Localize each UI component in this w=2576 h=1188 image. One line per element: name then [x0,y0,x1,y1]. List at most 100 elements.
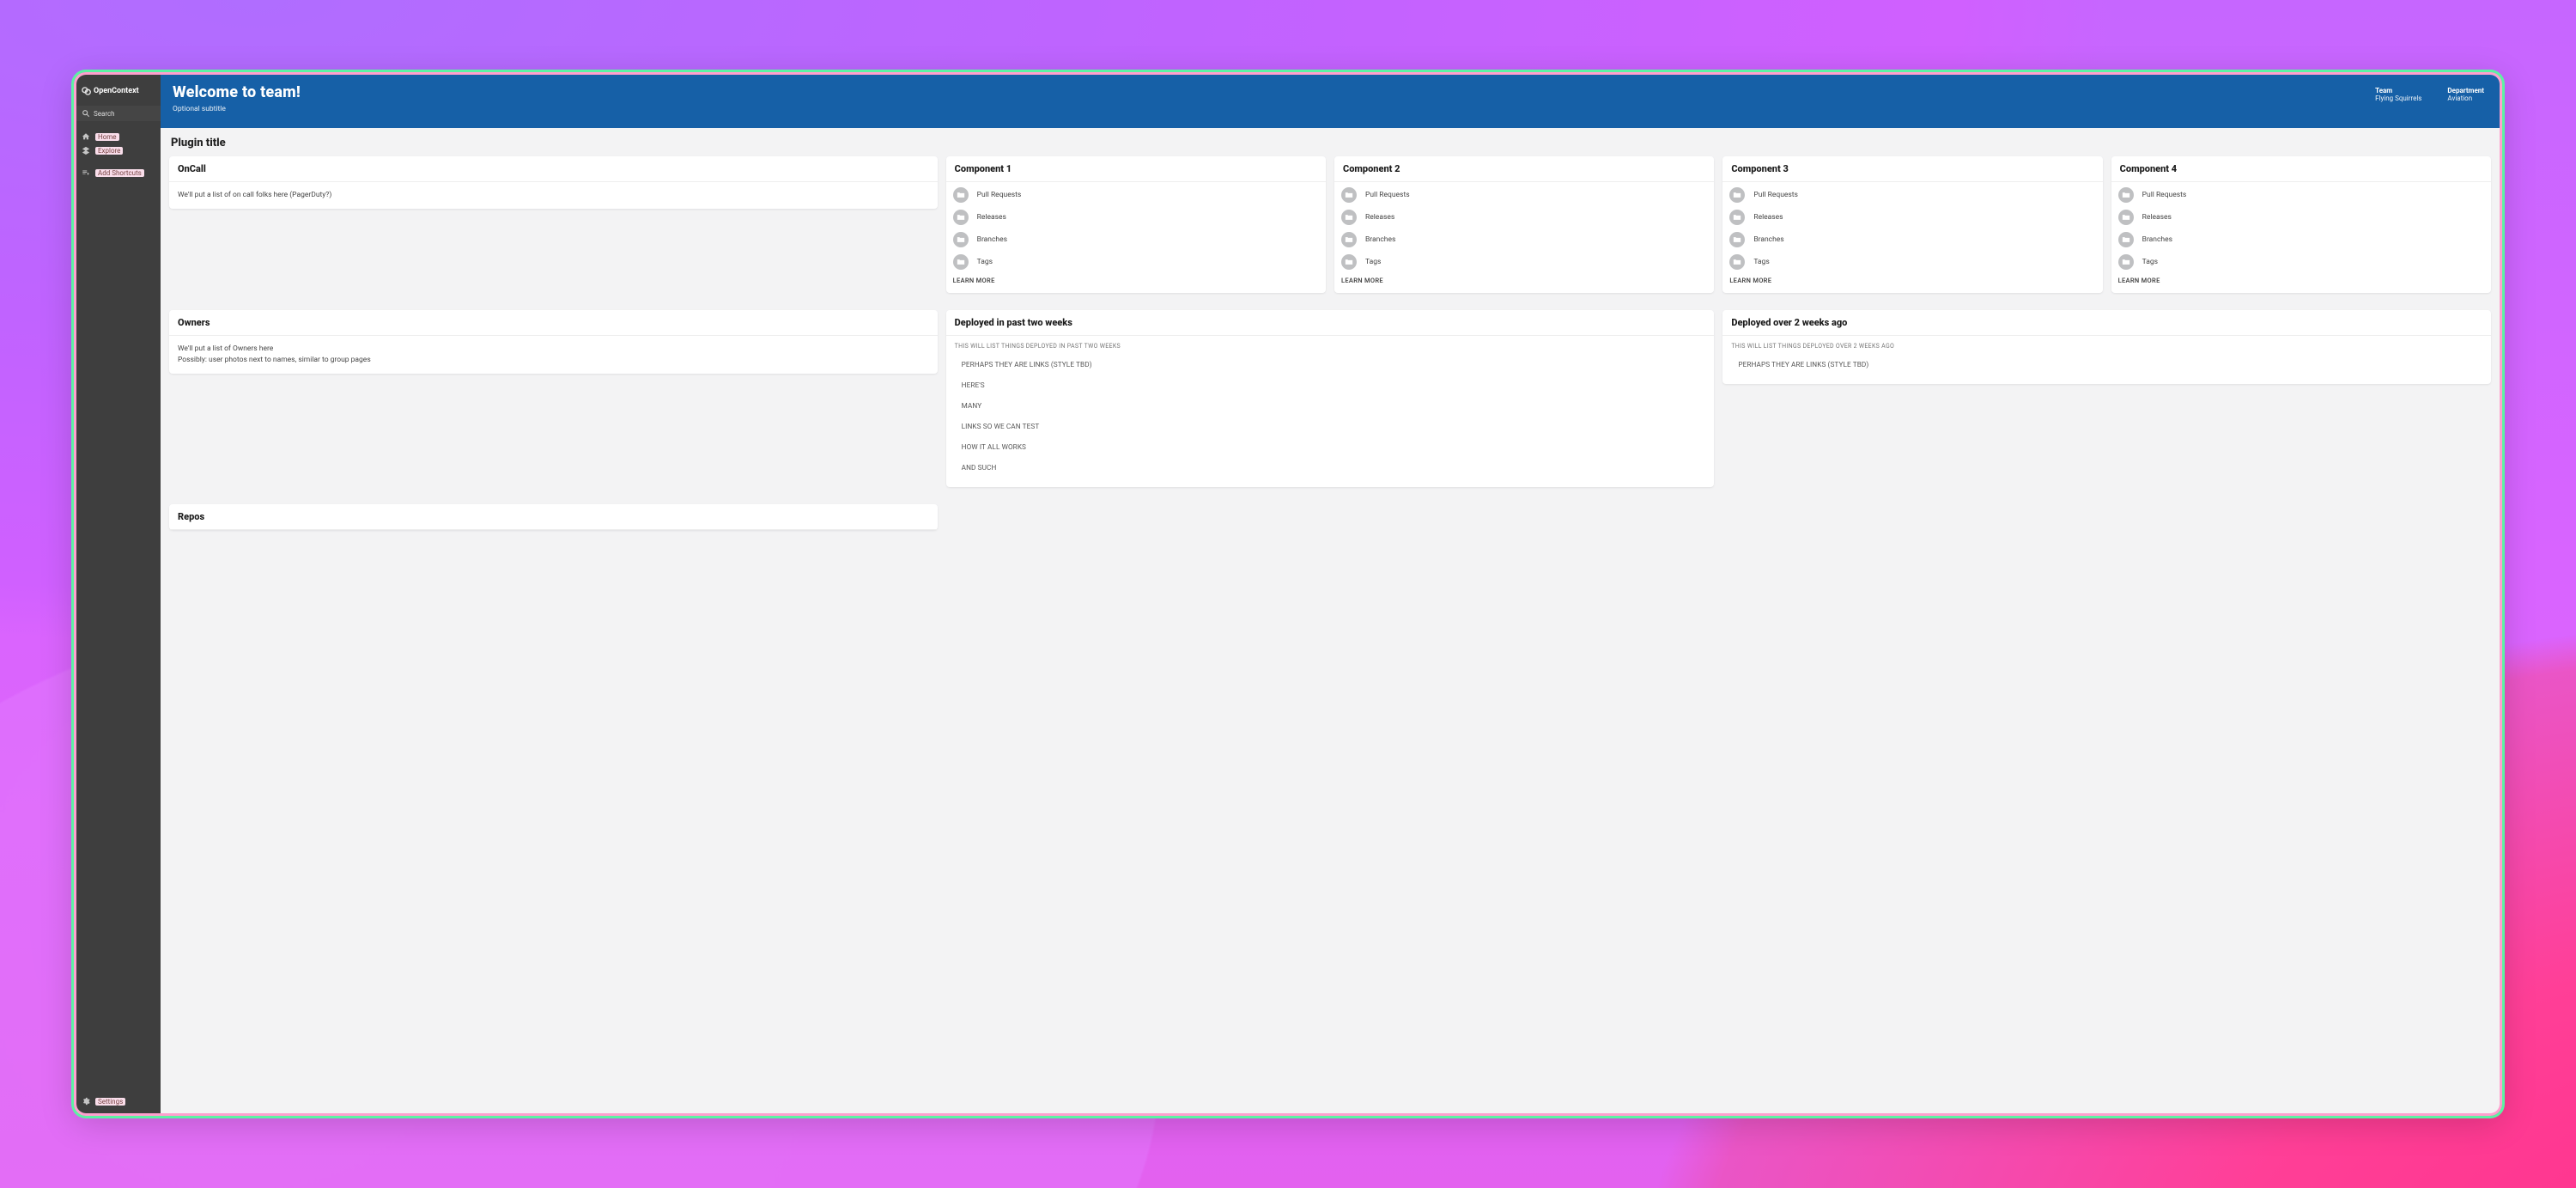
component-link-label: Pull Requests [2142,191,2187,199]
component-link-list: Pull Requests Releases Branches Tags [1334,182,1714,273]
playlist-add-icon [82,168,90,177]
header-meta-key: Team [2375,87,2421,94]
list-item[interactable]: HERE'S [946,375,1715,396]
sidebar-item-label: Settings [95,1098,125,1106]
list-item[interactable]: AND SUCH [946,458,1715,478]
brand: OpenContext [76,75,161,106]
sidebar-nav: Home Explore [76,121,161,157]
page-title: Welcome to team! [173,83,301,101]
folder-icon [953,187,969,203]
sidebar-add-shortcuts[interactable]: Add Shortcuts [76,166,161,180]
sidebar-search[interactable]: Search [76,106,161,121]
component-link-branches[interactable]: Branches [953,232,1319,247]
sidebar-item-settings[interactable]: Settings [76,1094,161,1108]
component-link-branches[interactable]: Branches [2118,232,2484,247]
folder-icon [1341,187,1357,203]
component-link-releases[interactable]: Releases [1729,210,2095,225]
sidebar-item-label: Explore [95,147,123,155]
component-link-list: Pull Requests Releases Branches Tags [1722,182,2102,273]
list-item[interactable]: HOW IT ALL WORKS [946,437,1715,458]
owners-line-1: We'll put a list of Owners here [178,344,929,355]
sidebar-item-explore[interactable]: Explore [76,143,161,157]
card-title: Component 3 [1722,156,2102,182]
list-item[interactable]: LINKS SO WE CAN TEST [946,417,1715,437]
component-link-tags[interactable]: Tags [953,254,1319,270]
component-link-list: Pull Requests Releases Branches Tags [2111,182,2491,273]
card-owners: Owners We'll put a list of Owners here P… [169,310,938,374]
component-link-label: Branches [1365,235,1395,244]
home-icon [82,132,90,141]
folder-icon [1729,210,1745,225]
component-link-pull-requests[interactable]: Pull Requests [1341,187,1707,203]
folder-icon [1341,210,1357,225]
card-overline: THIS WILL LIST THINGS DEPLOYED IN PAST T… [946,336,1715,351]
deployed-recent-list: PERHAPS THEY ARE LINKS (STYLE TBD) HERE'… [946,351,1715,487]
component-link-tags[interactable]: Tags [1729,254,2095,270]
component-link-label: Releases [1365,213,1394,222]
search-icon [82,109,90,118]
component-link-label: Tags [2142,258,2158,266]
card-deployed-recent: Deployed in past two weeks THIS WILL LIS… [946,310,1715,487]
folder-icon [2118,187,2134,203]
component-link-pull-requests[interactable]: Pull Requests [953,187,1319,203]
folder-icon [1729,254,1745,270]
card-body: We'll put a list of on call folks here (… [169,182,938,209]
content-scroll[interactable]: Plugin title OnCall We'll put a list of … [161,128,2500,1113]
card-title: Component 1 [946,156,1326,182]
card-oncall: OnCall We'll put a list of on call folks… [169,156,938,209]
list-item[interactable]: PERHAPS THEY ARE LINKS (STYLE TBD) [946,355,1715,375]
plugin-title: Plugin title [169,135,2491,156]
sidebar-item-label: Home [95,133,119,141]
owners-line-2: Possibly: user photos next to names, sim… [178,355,929,366]
component-link-branches[interactable]: Branches [1341,232,1707,247]
header-meta-value: Flying Squirrels [2375,94,2421,102]
learn-more-button[interactable]: LEARN MORE [953,277,995,284]
sidebar-search-label: Search [94,110,115,118]
component-link-label: Branches [2142,235,2172,244]
sidebar-shortcuts: Add Shortcuts [76,157,161,180]
learn-more-button[interactable]: LEARN MORE [1341,277,1383,284]
component-link-releases[interactable]: Releases [2118,210,2484,225]
component-link-label: Branches [977,235,1007,244]
component-link-pull-requests[interactable]: Pull Requests [1729,187,2095,203]
header-meta-value: Aviation [2447,94,2484,102]
folder-icon [1341,232,1357,247]
component-link-label: Branches [1753,235,1783,244]
component-link-branches[interactable]: Branches [1729,232,2095,247]
sidebar: OpenContext Search Home Explore [76,75,161,1113]
deployed-old-list: PERHAPS THEY ARE LINKS (STYLE TBD) [1722,351,2491,384]
card-title: Component 4 [2111,156,2491,182]
sidebar-item-home[interactable]: Home [76,130,161,143]
component-link-releases[interactable]: Releases [953,210,1319,225]
card-repos: Repos [169,504,938,530]
card-deployed-old: Deployed over 2 weeks ago THIS WILL LIST… [1722,310,2491,384]
page-header-left: Welcome to team! Optional subtitle [173,83,301,113]
brand-logo-icon [82,87,90,95]
card-overline: THIS WILL LIST THINGS DEPLOYED OVER 2 WE… [1722,336,2491,351]
component-link-releases[interactable]: Releases [1341,210,1707,225]
card-component-1: Component 1 Pull Requests Releases Br [946,156,1326,293]
component-link-label: Tags [977,258,993,266]
component-link-list: Pull Requests Releases Branches Tag [946,182,1326,273]
sidebar-add-shortcuts-label: Add Shortcuts [95,169,144,177]
card-title: Deployed in past two weeks [946,310,1715,336]
learn-more-button[interactable]: LEARN MORE [2118,277,2160,284]
folder-icon [2118,254,2134,270]
card-title: Component 2 [1334,156,1714,182]
component-link-label: Tags [1365,258,1381,266]
card-title: Repos [169,504,938,530]
component-link-tags[interactable]: Tags [2118,254,2484,270]
folder-icon [1341,254,1357,270]
list-item[interactable]: MANY [946,396,1715,417]
component-link-label: Pull Requests [1753,191,1798,199]
card-body: We'll put a list of Owners here Possibly… [169,336,938,374]
component-link-tags[interactable]: Tags [1341,254,1707,270]
component-link-pull-requests[interactable]: Pull Requests [2118,187,2484,203]
list-item[interactable]: PERHAPS THEY ARE LINKS (STYLE TBD) [1722,355,2491,375]
folder-icon [1729,187,1745,203]
app-window: OpenContext Search Home Explore [74,72,2502,1116]
header-meta-key: Department [2447,87,2484,94]
component-link-label: Tags [1753,258,1769,266]
learn-more-button[interactable]: LEARN MORE [1729,277,1771,284]
header-meta-department: Department Aviation [2447,87,2484,102]
